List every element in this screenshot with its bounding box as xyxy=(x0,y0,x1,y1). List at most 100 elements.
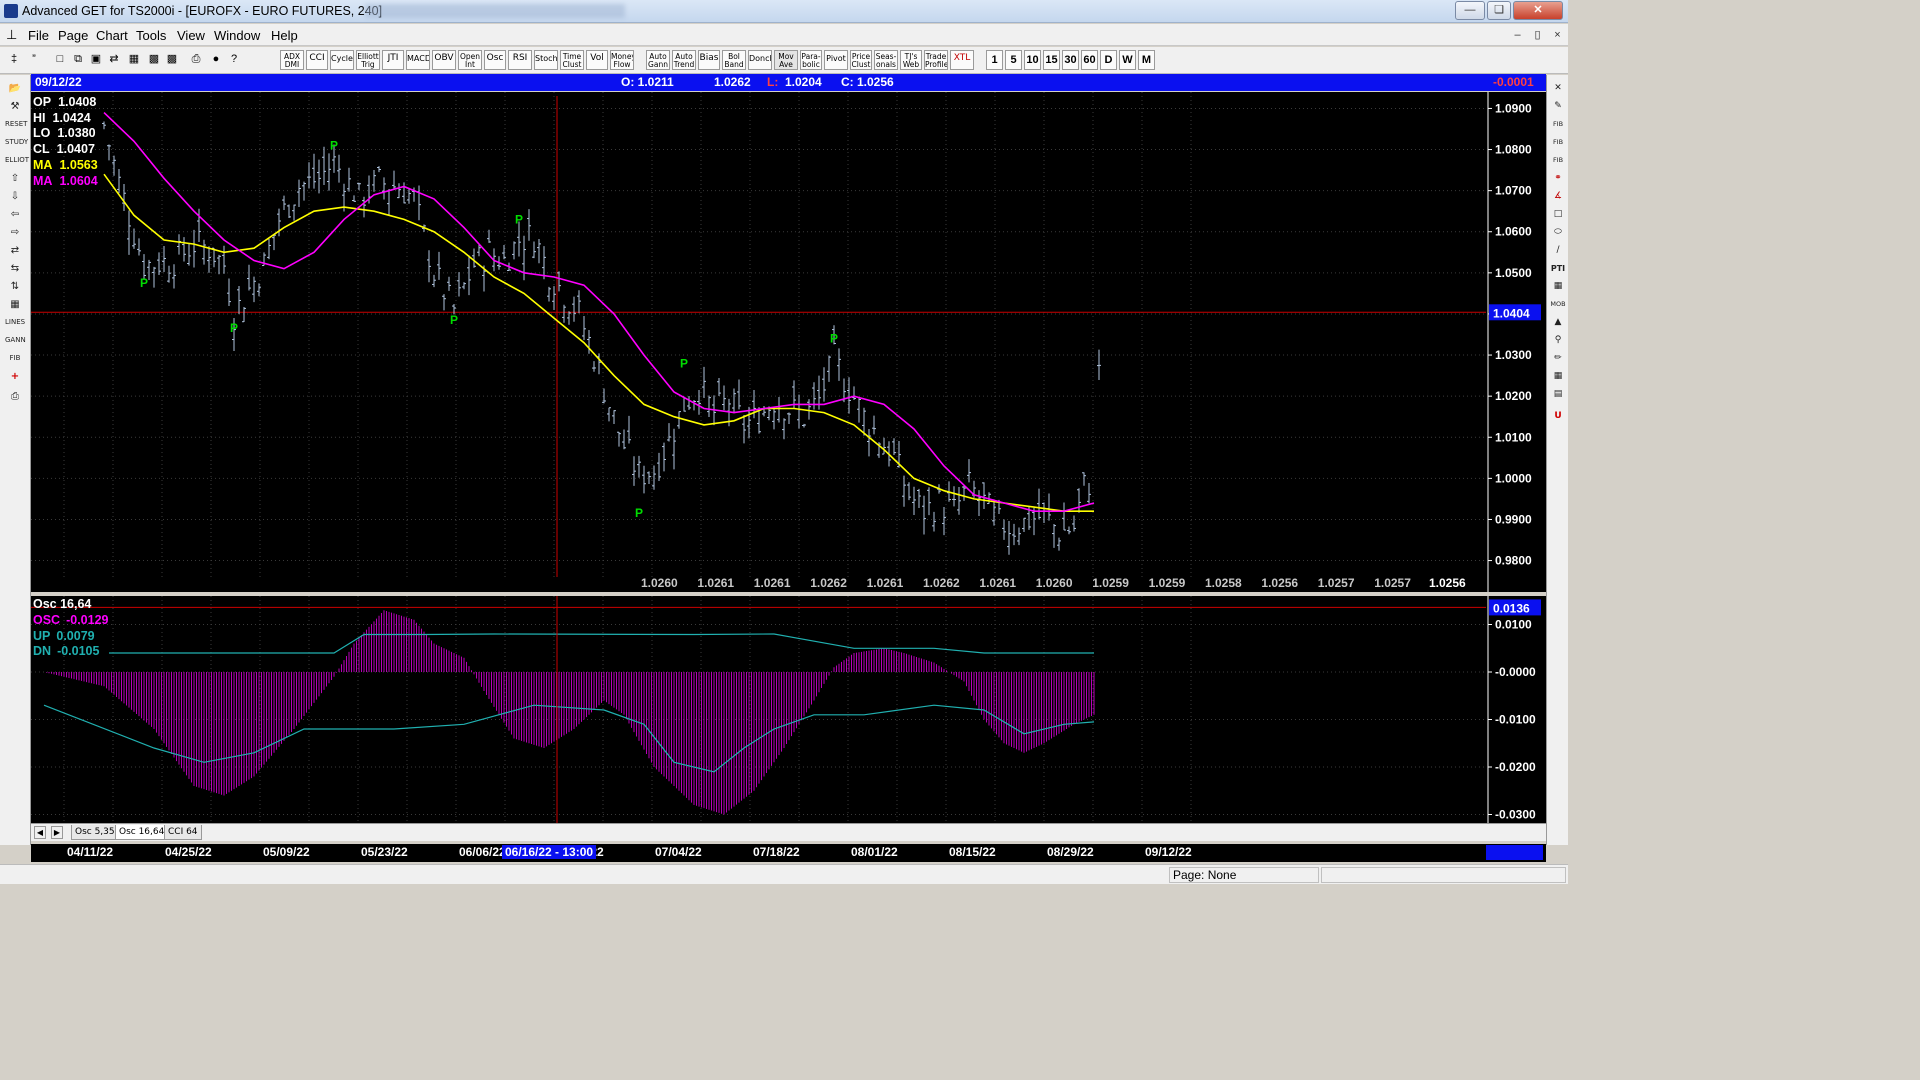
tool-trade-profile[interactable]: Trade Profile xyxy=(924,50,948,70)
mob-icon[interactable]: MOB xyxy=(1549,297,1567,312)
tool-price-clust[interactable]: Price Clust xyxy=(850,50,872,70)
menu-file[interactable]: File xyxy=(28,28,49,43)
copy-icon[interactable]: ⧉ xyxy=(70,50,86,68)
maximize-button[interactable]: ❏ xyxy=(1487,1,1511,20)
tool-pivot[interactable]: Pivot xyxy=(824,50,848,70)
arrow-right-icon[interactable]: ⇨ xyxy=(5,225,25,240)
magnet-icon[interactable]: U xyxy=(1549,409,1567,424)
box-icon[interactable]: □ xyxy=(1549,207,1567,222)
arrow-up-icon[interactable]: ⇧ xyxy=(5,171,25,186)
crosshair-icon[interactable]: + xyxy=(5,369,25,384)
gann-icon[interactable]: GANN xyxy=(5,333,26,348)
pointer-icon[interactable]: ▲ xyxy=(1549,315,1567,330)
compress-h-icon[interactable]: ⇆ xyxy=(5,261,25,276)
oscillator-pane[interactable]: 0.0100 -0.0000 -0.0100 -0.0200 -0.0300 0.0136… xyxy=(31,596,1546,824)
grid-icon[interactable]: ▦ xyxy=(5,297,25,312)
period-60[interactable]: 60 xyxy=(1081,50,1098,70)
mdi-close-icon[interactable]: × xyxy=(1549,27,1566,43)
grid-off-icon[interactable]: ▩ xyxy=(146,50,162,68)
pencil-icon[interactable]: ✎ xyxy=(1549,99,1567,114)
tool-parabolic[interactable]: Para-bolic xyxy=(800,50,822,70)
ellipse-icon[interactable]: ⬭ xyxy=(1549,225,1567,240)
cascade-icon[interactable]: ▣ xyxy=(88,50,104,68)
tile-icon[interactable]: ⇄ xyxy=(106,50,122,68)
tool-tjs-web[interactable]: TJ's Web xyxy=(900,50,922,70)
channel-icon[interactable]: ∕ xyxy=(1549,243,1567,258)
tool-macd[interactable]: MACD xyxy=(406,50,430,70)
period-1[interactable]: 1 xyxy=(986,50,1003,70)
help-pointer-icon[interactable]: ? xyxy=(226,50,242,68)
document-icon[interactable]: ⊥ xyxy=(6,27,22,43)
tool-osc[interactable]: Osc xyxy=(484,50,506,70)
tool-elliott-trig[interactable]: Elliott Trig xyxy=(356,50,380,70)
lightbulb-icon[interactable]: ● xyxy=(208,50,224,68)
arrow-left-icon[interactable]: ⇦ xyxy=(5,207,25,222)
folder-icon[interactable]: 📂 xyxy=(5,81,25,96)
tools-icon[interactable]: ⚒ xyxy=(5,99,25,114)
fib-ext-icon[interactable]: FIB xyxy=(1549,135,1567,150)
period-daily[interactable]: D xyxy=(1100,50,1117,70)
layout-icon[interactable]: ▩ xyxy=(164,50,180,68)
lines-icon[interactable]: LINES xyxy=(5,315,25,330)
tool-seasonals[interactable]: Seas-onals xyxy=(874,50,898,70)
menu-window[interactable]: Window xyxy=(214,28,260,43)
pointer-tool-icon[interactable]: ‡ xyxy=(6,50,22,68)
menu-view[interactable]: View xyxy=(177,28,205,43)
fan-icon[interactable]: ∡ xyxy=(1549,189,1567,204)
mdi-minimize-icon[interactable]: – xyxy=(1509,27,1526,43)
menu-help[interactable]: Help xyxy=(271,28,298,43)
tab-osc-5-35[interactable]: Osc 5,35 xyxy=(71,825,119,840)
expand-h-icon[interactable]: ⇄ xyxy=(5,243,25,258)
tool-open-int[interactable]: Open Int xyxy=(458,50,482,70)
table-icon[interactable]: ▦ xyxy=(1549,279,1567,294)
new-icon[interactable]: □ xyxy=(52,50,68,68)
tool-mov-ave[interactable]: Mov Ave xyxy=(774,50,798,70)
tool-auto-gann[interactable]: Auto Gann xyxy=(646,50,670,70)
period-15[interactable]: 15 xyxy=(1043,50,1060,70)
period-monthly[interactable]: M xyxy=(1138,50,1155,70)
tool-cci[interactable]: CCI xyxy=(306,50,328,70)
fib-time-icon[interactable]: FIB xyxy=(1549,153,1567,168)
tool-bol-band[interactable]: Bol Band xyxy=(722,50,746,70)
period-5[interactable]: 5 xyxy=(1005,50,1022,70)
tool-vol[interactable]: Vol xyxy=(586,50,608,70)
tool-donch[interactable]: Donch xyxy=(748,50,772,70)
tool-stoch[interactable]: Stoch xyxy=(534,50,558,70)
menu-tools[interactable]: Tools xyxy=(136,28,166,43)
minimize-button[interactable]: — xyxy=(1455,1,1485,20)
fib-ret-icon[interactable]: FIB xyxy=(1549,117,1567,132)
tab-scroll-right-icon[interactable]: ▶ xyxy=(51,826,63,839)
reset-icon[interactable]: RESET xyxy=(5,117,27,132)
marker-icon[interactable]: ✏ xyxy=(1549,351,1567,366)
tool-cycles[interactable]: Cycles xyxy=(330,50,354,70)
page-icon[interactable]: ▦ xyxy=(126,50,142,68)
calc-icon[interactable]: ▦ xyxy=(1549,369,1567,384)
printer-icon[interactable]: ⎙ xyxy=(188,50,204,68)
tab-scroll-left-icon[interactable]: ◀ xyxy=(34,826,46,839)
tool-xtl[interactable]: XTL xyxy=(950,50,974,70)
tool-rsi[interactable]: RSI xyxy=(508,50,532,70)
arrow-down-icon[interactable]: ⇩ xyxy=(5,189,25,204)
close-x-icon[interactable]: ✕ xyxy=(1549,81,1567,96)
print-icon[interactable]: ⎙ xyxy=(5,389,25,404)
mdi-restore-icon[interactable]: ▯ xyxy=(1529,27,1546,43)
tool-adx-dmi[interactable]: ADX DMI xyxy=(280,50,304,70)
period-10[interactable]: 10 xyxy=(1024,50,1041,70)
fib-icon[interactable]: FIB xyxy=(5,351,25,366)
quote-icon[interactable]: ” xyxy=(26,50,42,68)
period-30[interactable]: 30 xyxy=(1062,50,1079,70)
tool-bias[interactable]: Bias xyxy=(698,50,720,70)
price-chart-pane[interactable]: P P P P P P P P 1.0900 1.0800 1.0700 1.0600 1.0500 1.… xyxy=(31,92,1546,592)
tool-money-flow[interactable]: Money Flow xyxy=(610,50,634,70)
close-button[interactable]: ✕ xyxy=(1513,1,1563,20)
notes-icon[interactable]: ▤ xyxy=(1549,387,1567,402)
period-weekly[interactable]: W xyxy=(1119,50,1136,70)
tool-auto-trend[interactable]: Auto Trend xyxy=(672,50,696,70)
menu-page[interactable]: Page xyxy=(58,28,88,43)
pti-icon[interactable]: PTI xyxy=(1549,261,1567,276)
tab-osc-16-64[interactable]: Osc 16,64 xyxy=(115,825,169,840)
elliott-icon[interactable]: ELLIOT xyxy=(5,153,29,168)
spiral-icon[interactable]: ⚭ xyxy=(1549,171,1567,186)
study-icon[interactable]: STUDY xyxy=(5,135,28,150)
tab-cci-64[interactable]: CCI 64 xyxy=(164,825,202,840)
